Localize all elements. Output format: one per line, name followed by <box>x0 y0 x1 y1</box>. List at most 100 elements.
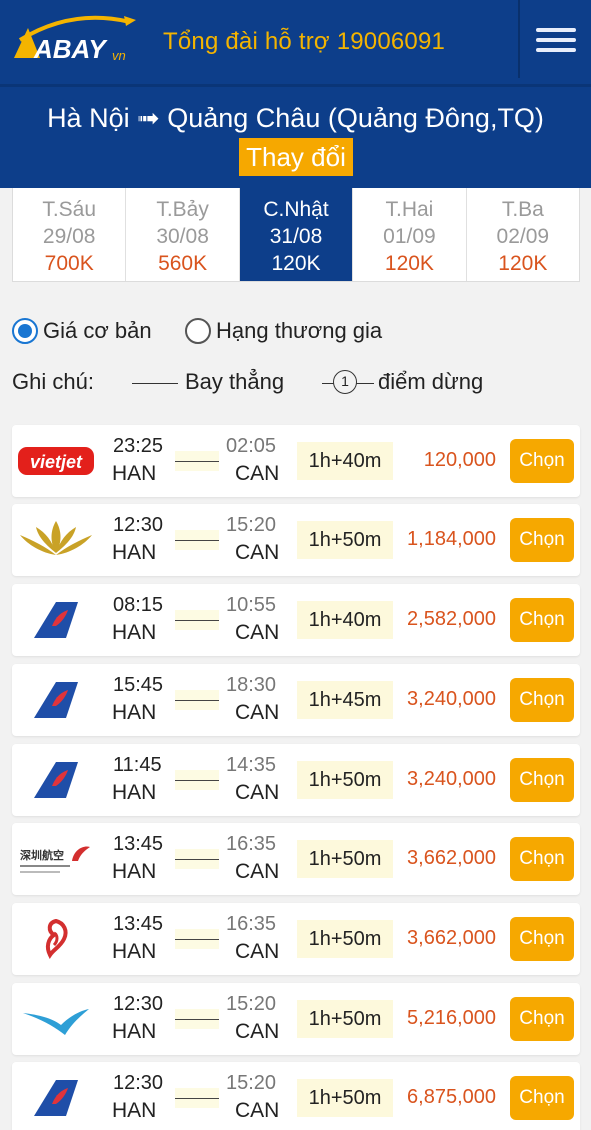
flight-row[interactable]: 13:45 HAN 16:35 CAN 1h+50m 3,662,000 Chọn <box>12 903 580 975</box>
arrival-code: CAN <box>235 541 280 564</box>
flight-row[interactable]: 12:30 HAN 15:20 CAN 1h+50m 6,875,000 Chọn <box>12 1062 580 1130</box>
route-bar: Hà Nội ➟ Quảng Châu (Quảng Đông,TQ) Thay… <box>0 84 591 188</box>
departure-time: 08:15 <box>113 594 164 616</box>
date-tab[interactable]: T.Hai 01/09 120K <box>353 188 467 281</box>
departure-code: HAN <box>112 940 157 963</box>
logo-suffix: vn <box>112 48 126 63</box>
svg-text:深圳航空: 深圳航空 <box>20 848 64 862</box>
choose-button[interactable]: Chọn <box>510 518 574 562</box>
flight-duration: 1h+50m <box>297 1079 393 1117</box>
route-line-icon <box>175 770 219 790</box>
route-line-icon <box>175 451 219 471</box>
departure-time: 12:30 <box>113 514 164 536</box>
xiamen-airlines-logo <box>16 989 96 1049</box>
date-tab-price: 560K <box>158 252 208 275</box>
choose-button[interactable]: Chọn <box>510 758 574 802</box>
radio-selected-icon[interactable] <box>12 318 38 344</box>
choose-button[interactable]: Chọn <box>510 439 574 483</box>
departure-time: 15:45 <box>113 674 164 696</box>
route-line-icon <box>175 610 219 630</box>
arrival-code: CAN <box>235 940 280 963</box>
arrival-time: 02:05 <box>226 435 277 457</box>
choose-button[interactable]: Chọn <box>510 837 574 881</box>
flight-price: 3,240,000 <box>407 688 496 710</box>
departure-time: 12:30 <box>113 1072 164 1094</box>
choose-button[interactable]: Chọn <box>510 678 574 722</box>
basic-fare-option[interactable]: Giá cơ bản <box>12 318 152 344</box>
departure-code: HAN <box>112 462 157 485</box>
route-line-icon <box>175 929 219 949</box>
arrival-time: 18:30 <box>226 674 277 696</box>
choose-button[interactable]: Chọn <box>510 598 574 642</box>
date-selector: T.Sáu 29/08 700K T.Bảy 30/08 560K C.Nhật 31/08 1… <box>12 188 580 282</box>
date-tab-date: 29/08 <box>42 225 96 248</box>
radio-unselected-icon[interactable] <box>185 318 211 344</box>
vietjet-logo: vietjet <box>16 431 96 491</box>
date-tab[interactable]: T.Ba 02/09 120K <box>467 188 579 281</box>
flight-row[interactable]: 15:45 HAN 18:30 CAN 1h+45m 3,240,000 Chọn <box>12 664 580 736</box>
date-tab[interactable]: C.Nhật 31/08 120K <box>239 188 354 281</box>
top-bar: ABAY vn Tổng đài hỗ trợ 19006091 <box>0 0 591 84</box>
business-class-option[interactable]: Hạng thương gia <box>185 318 382 344</box>
departure-code: HAN <box>112 781 157 804</box>
hotline-text[interactable]: Tổng đài hỗ trợ 19006091 <box>163 28 445 56</box>
route-line-icon <box>175 690 219 710</box>
abay-logo[interactable]: ABAY vn <box>12 14 142 66</box>
legend-stop: điểm dừng <box>378 369 484 394</box>
departure-time: 23:25 <box>113 435 164 457</box>
stop-count-icon: 1 <box>333 370 357 394</box>
route-title: Hà Nội ➟ Quảng Châu (Quảng Đông,TQ) <box>47 103 544 133</box>
flight-duration: 1h+45m <box>297 681 393 719</box>
china-southern-logo <box>16 670 96 730</box>
china-southern-logo <box>16 1068 96 1128</box>
flight-price: 5,216,000 <box>407 1007 496 1029</box>
departure-code: HAN <box>112 1099 157 1122</box>
date-tab-day: T.Hai <box>385 198 434 221</box>
flight-row[interactable]: 12:30 HAN 15:20 CAN 1h+50m 5,216,000 Chọn <box>12 983 580 1055</box>
flight-price: 3,662,000 <box>407 927 496 949</box>
date-tab-date: 02/09 <box>496 225 550 248</box>
arrival-code: CAN <box>235 1099 280 1122</box>
arrival-code: CAN <box>235 860 280 883</box>
flight-row[interactable]: 深圳航空 13:45 HAN 16:35 CAN 1h+50m 3,662,000 Chọn <box>12 823 580 895</box>
date-tab-price: 700K <box>44 252 94 275</box>
date-tab-price: 120K <box>271 252 321 275</box>
flight-price: 120,000 <box>423 449 496 471</box>
flight-row[interactable]: 12:30 HAN 15:20 CAN 1h+50m 1,184,000 Chọn <box>12 504 580 576</box>
direct-line-icon <box>132 383 178 384</box>
choose-button[interactable]: Chọn <box>510 917 574 961</box>
arrival-code: CAN <box>235 781 280 804</box>
date-tab-day: T.Sáu <box>42 198 97 221</box>
legend-direct: Bay thẳng <box>185 369 285 394</box>
arrival-time: 15:20 <box>226 1072 277 1094</box>
route-line-icon <box>175 1009 219 1029</box>
departure-code: HAN <box>112 1020 157 1043</box>
change-route-button[interactable]: Thay đổi <box>239 138 353 176</box>
flight-row[interactable]: 08:15 HAN 10:55 CAN 1h+40m 2,582,000 Chọn <box>12 584 580 656</box>
flight-row[interactable]: 11:45 HAN 14:35 CAN 1h+50m 3,240,000 Chọn <box>12 744 580 816</box>
flight-price: 3,662,000 <box>407 847 496 869</box>
choose-button[interactable]: Chọn <box>510 1076 574 1120</box>
route-line-icon <box>175 1088 219 1108</box>
flight-row[interactable]: vietjet 23:25 HAN 02:05 CAN 1h+40m 120,000 Chọn <box>12 425 580 497</box>
date-tab-day: C.Nhật <box>263 198 329 221</box>
date-tab-day: T.Bảy <box>156 198 209 221</box>
legend-title: Ghi chú: <box>12 369 94 394</box>
arrival-time: 15:20 <box>226 514 277 536</box>
departure-code: HAN <box>112 621 157 644</box>
departure-code: HAN <box>112 860 157 883</box>
arrival-time: 16:35 <box>226 913 277 935</box>
date-tab-price: 120K <box>498 252 548 275</box>
date-tab-price: 120K <box>384 252 434 275</box>
date-tab-day: T.Ba <box>501 198 544 221</box>
flight-duration: 1h+50m <box>297 920 393 958</box>
china-southern-logo <box>16 750 96 810</box>
flight-price: 3,240,000 <box>407 768 496 790</box>
date-tab[interactable]: T.Sáu 29/08 700K <box>13 188 127 281</box>
choose-button[interactable]: Chọn <box>510 997 574 1041</box>
departure-time: 11:45 <box>113 754 162 776</box>
hamburger-icon[interactable] <box>531 24 581 60</box>
flight-price: 1,184,000 <box>407 528 496 550</box>
date-tab[interactable]: T.Bảy 30/08 560K <box>126 188 240 281</box>
flight-duration: 1h+50m <box>297 521 393 559</box>
